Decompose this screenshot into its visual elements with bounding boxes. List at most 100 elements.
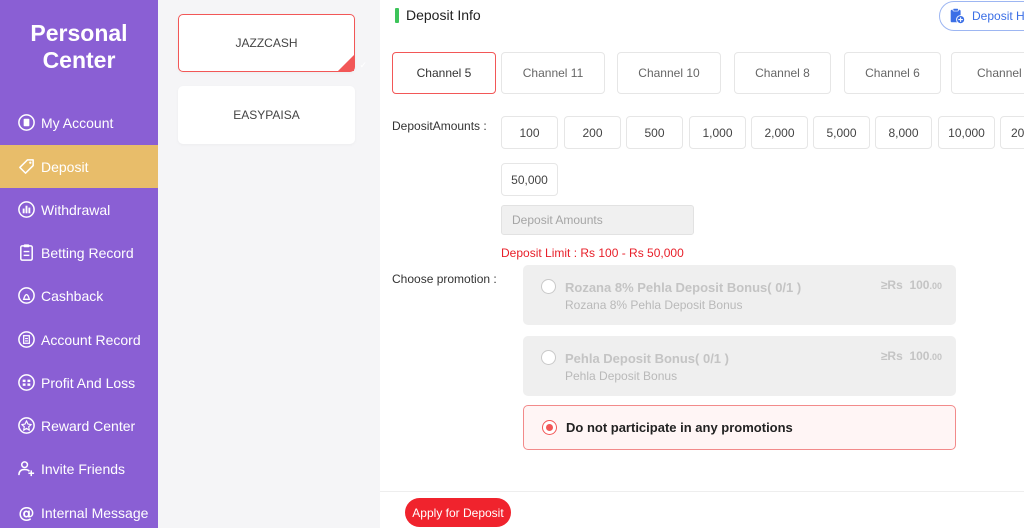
sidebar-item-profit-and-loss[interactable]: Profit And Loss [0, 361, 158, 404]
cashback-icon [16, 286, 36, 306]
amount-option[interactable]: 5,000 [813, 116, 870, 149]
promotion-name: Do not participate in any promotions [566, 420, 793, 435]
reward-icon [16, 416, 36, 436]
message-icon: @ [16, 503, 36, 523]
page-title: Deposit Info [406, 7, 481, 23]
amount-option[interactable]: 8,000 [875, 116, 932, 149]
channel-5[interactable]: Channel 5 [392, 52, 496, 94]
channel-8[interactable]: Channel 8 [734, 52, 831, 94]
sidebar-title-line1: Personal [30, 20, 128, 46]
account-record-icon [16, 330, 36, 350]
apply-for-deposit-button[interactable]: Apply for Deposit [405, 498, 511, 527]
sidebar-item-label: Internal Message [41, 504, 149, 521]
promotion-name: Rozana 8% Pehla Deposit Bonus( 0/1 ) [565, 280, 802, 295]
promotion-description: Pehla Deposit Bonus [565, 369, 678, 383]
deposit-limit-text: Deposit Limit : Rs 100 - Rs 50,000 [501, 246, 684, 260]
promotion-minimum: ≥Rs 100.00 [881, 349, 942, 363]
amount-option[interactable]: 200 [564, 116, 621, 149]
svg-text:@: @ [18, 503, 34, 522]
sidebar-item-label: Reward Center [41, 417, 136, 434]
amount-option[interactable]: 20 [1000, 116, 1024, 149]
channel-label: Channel 8 [755, 66, 810, 80]
deposit-icon [16, 157, 36, 177]
help-document-icon [950, 7, 966, 25]
sidebar-item-label: Invite Friends [41, 460, 126, 477]
promotion-option-rozana[interactable]: Rozana 8% Pehla Deposit Bonus( 0/1 ) Roz… [523, 265, 956, 325]
deposit-amounts-label: DepositAmounts : [392, 119, 487, 133]
sidebar-item-label: Profit And Loss [41, 374, 136, 391]
profit-loss-icon [16, 373, 36, 393]
channel-label: Channel 10 [638, 66, 700, 80]
sidebar-item-reward-center[interactable]: Reward Center [0, 404, 158, 447]
sidebar-item-label: Account Record [41, 331, 141, 348]
betting-record-icon [16, 243, 36, 263]
amount-value: 5,000 [826, 125, 857, 140]
radio-button[interactable] [541, 350, 556, 365]
amount-value: 2,000 [764, 125, 795, 140]
amount-value: 1,000 [702, 125, 733, 140]
amount-value: 100 [519, 125, 540, 140]
amount-option[interactable]: 2,000 [751, 116, 808, 149]
radio-button-selected[interactable] [542, 420, 557, 435]
method-label: JAZZCASH [235, 36, 298, 50]
help-label: Deposit H [972, 9, 1024, 23]
sidebar: Personal Center My Account Deposit Withd… [0, 0, 158, 528]
sidebar-item-deposit[interactable]: Deposit [0, 145, 158, 188]
channel-label: Channel 6 [865, 66, 920, 80]
invite-icon [16, 459, 36, 479]
amount-value: 10,000 [948, 125, 985, 140]
amount-option[interactable]: 50,000 [501, 163, 558, 196]
min-prefix: ≥Rs [880, 278, 903, 292]
amount-option[interactable]: 1,000 [689, 116, 746, 149]
choose-promotion-label: Choose promotion : [392, 272, 497, 286]
sidebar-item-internal-message[interactable]: @ Internal Message [0, 491, 158, 528]
method-easypaisa[interactable]: EASYPAISA [178, 86, 355, 144]
payment-method-list: JAZZCASH ✓ EASYPAISA [158, 0, 380, 528]
method-label: EASYPAISA [233, 108, 300, 122]
min-value: 100 [909, 349, 930, 363]
amount-option[interactable]: 100 [501, 116, 558, 149]
withdrawal-icon [16, 200, 36, 220]
sidebar-item-betting-record[interactable]: Betting Record [0, 231, 158, 274]
promotion-option-none[interactable]: Do not participate in any promotions [523, 405, 956, 450]
channel-11[interactable]: Channel 11 [501, 52, 605, 94]
radio-button[interactable] [541, 279, 556, 294]
sidebar-item-cashback[interactable]: Cashback [0, 274, 158, 317]
min-decimal: .00 [929, 281, 942, 291]
sidebar-item-label: Cashback [41, 287, 104, 304]
deposit-panel: Deposit Info Deposit H Channel 5 Channel… [380, 0, 1024, 528]
sidebar-item-label: Deposit [41, 158, 89, 175]
promotion-option-pehla[interactable]: Pehla Deposit Bonus( 0/1 ) Pehla Deposit… [523, 336, 956, 396]
min-value: 100 [909, 278, 930, 292]
sidebar-title-line2: Center [42, 47, 116, 73]
channel-label: Channel 5 [416, 66, 472, 80]
channel-7[interactable]: Channel 7 [951, 52, 1024, 94]
deposit-amount-input[interactable] [501, 205, 694, 235]
amount-value: 200 [582, 125, 603, 140]
channel-6[interactable]: Channel 6 [844, 52, 941, 94]
min-prefix: ≥Rs [880, 349, 903, 363]
promotion-description: Rozana 8% Pehla Deposit Bonus [565, 298, 743, 312]
channel-label: Channel 7 [977, 66, 1024, 80]
method-jazzcash[interactable]: JAZZCASH ✓ [178, 14, 367, 72]
amount-option[interactable]: 500 [626, 116, 683, 149]
sidebar-item-withdrawal[interactable]: Withdrawal [0, 188, 158, 231]
promotion-name: Pehla Deposit Bonus( 0/1 ) [565, 351, 729, 366]
deposit-help-button[interactable]: Deposit H [939, 1, 1024, 31]
sidebar-item-label: Betting Record [41, 244, 134, 261]
footer-divider [380, 491, 1024, 492]
min-decimal: .00 [929, 352, 942, 362]
amount-value: 500 [644, 125, 665, 140]
channel-10[interactable]: Channel 10 [617, 52, 721, 94]
selected-check-icon: ✓ [338, 55, 367, 71]
channel-label: Channel 11 [522, 66, 584, 80]
amount-value: 8,000 [888, 125, 919, 140]
sidebar-item-invite-friends[interactable]: Invite Friends [0, 447, 158, 490]
header-accent-bar [395, 8, 399, 23]
sidebar-item-label: My Account [41, 114, 114, 131]
sidebar-item-account-record[interactable]: Account Record [0, 318, 158, 361]
amount-value: 50,000 [511, 172, 548, 187]
amount-option[interactable]: 10,000 [938, 116, 995, 149]
promotion-minimum: ≥Rs 100.00 [881, 278, 942, 292]
sidebar-item-my-account[interactable]: My Account [0, 101, 158, 144]
